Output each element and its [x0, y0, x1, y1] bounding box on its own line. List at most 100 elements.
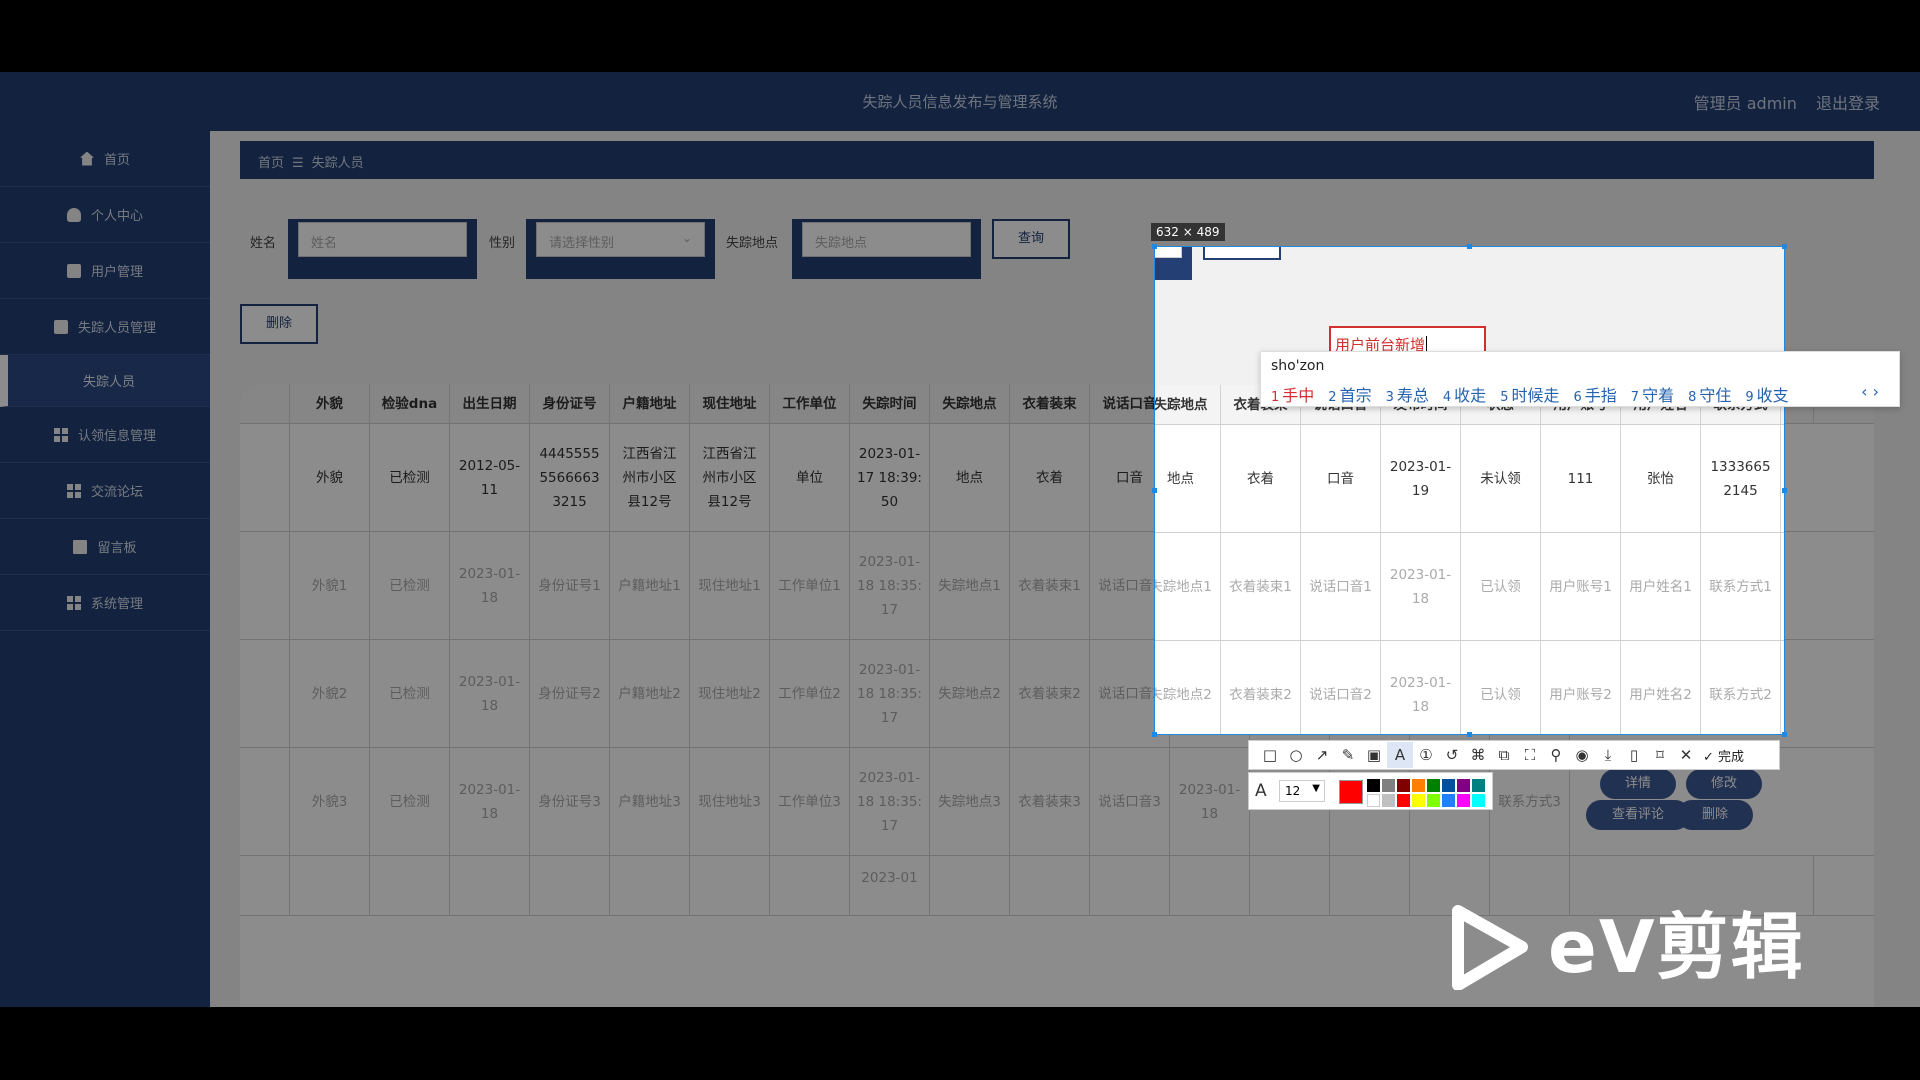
gender-select[interactable]: 请选择性别 ⌄ [536, 222, 705, 257]
ime-candidate[interactable]: 3 寿总 [1386, 386, 1429, 405]
ime-candidates: 1 手中 2 首宗 3 寿总 4 收走 5 时候走 6 手指 7 守着 8 守住 9 收支 [1271, 382, 1803, 406]
ime-candidate[interactable]: 6 手指 [1573, 386, 1616, 405]
palette-color-swatch[interactable] [1412, 794, 1425, 807]
screenshot-toolbar: □ ○ ↗ ✎ ▣ A ① ↺ ⌘ ⧉ ⛶ ⚲ ◉ ⤓ ▯ ⌑ ✕ ✓ 完成 [1248, 740, 1780, 770]
sidebar-item-claims[interactable]: 认领信息管理 [0, 407, 210, 463]
undo-icon[interactable]: ↺ [1439, 742, 1465, 768]
location-input[interactable]: 失踪地点 [802, 222, 971, 257]
long-screenshot-icon[interactable]: ⛶ [1517, 742, 1543, 768]
breadcrumb-home[interactable]: 首页 [258, 156, 284, 171]
table-cell: 2023-01 [850, 856, 930, 916]
table-cell [1010, 856, 1090, 916]
gender-placeholder: 请选择性别 [549, 236, 615, 251]
resize-handle[interactable] [1782, 244, 1787, 249]
arrow-icon[interactable]: ↗ [1309, 742, 1335, 768]
ime-candidate[interactable]: 2 首宗 [1328, 386, 1371, 405]
gender-field-wrap: 请选择性别 ⌄ [526, 219, 715, 279]
done-button[interactable]: ✓ 完成 [1703, 746, 1744, 765]
pin-icon[interactable]: ⚲ [1543, 742, 1569, 768]
resize-handle[interactable] [1152, 732, 1157, 737]
palette-color-swatch[interactable] [1442, 794, 1455, 807]
row-select-cell[interactable] [240, 532, 290, 640]
bookmark-icon[interactable]: ⌑ [1647, 742, 1673, 768]
logout-link[interactable]: 退出登录 [1816, 94, 1880, 113]
resize-handle[interactable] [1467, 732, 1472, 737]
row-select-cell[interactable] [240, 424, 290, 532]
table-cell: 工作单位3 [770, 748, 850, 856]
palette-color-swatch[interactable] [1397, 794, 1410, 807]
resize-handle[interactable] [1467, 244, 1472, 249]
ellipse-icon[interactable]: ○ [1283, 742, 1309, 768]
delete-button[interactable]: 删除 [240, 304, 318, 344]
table-cell-preview: 用户账号1 [1541, 533, 1621, 641]
table-cell [370, 856, 450, 916]
ime-candidate[interactable]: 8 守住 [1688, 386, 1731, 405]
row-select-cell[interactable] [240, 748, 290, 856]
close-icon[interactable]: ✕ [1673, 742, 1699, 768]
view-comments-button[interactable]: 查看评论 [1586, 800, 1690, 830]
detail-button[interactable]: 详情 [1600, 769, 1676, 799]
table-cell: 444555555666633215 [530, 424, 610, 532]
ime-candidate[interactable]: 5 时候走 [1500, 386, 1559, 405]
row-delete-button[interactable]: 删除 [1677, 800, 1753, 830]
palette-color-swatch[interactable] [1472, 779, 1485, 792]
rectangle-icon[interactable]: □ [1257, 742, 1283, 768]
sidebar-item-users[interactable]: 用户管理 [0, 243, 210, 299]
ime-page-arrows[interactable]: ‹ › [1861, 382, 1879, 401]
palette-color-swatch[interactable] [1457, 779, 1470, 792]
table-cell: 衣着装束1 [1010, 532, 1090, 640]
ime-candidate[interactable]: 7 守着 [1631, 386, 1674, 405]
palette-color-swatch[interactable] [1412, 779, 1425, 792]
edit-button[interactable]: 修改 [1686, 769, 1762, 799]
palette-color-swatch[interactable] [1382, 779, 1395, 792]
table-cell: 2023-01-18 [450, 532, 530, 640]
palette-color-swatch[interactable] [1427, 794, 1440, 807]
sidebar-item-home[interactable]: 首页 [0, 131, 210, 187]
sidebar-item-missing-management[interactable]: 失踪人员管理 [0, 299, 210, 355]
sidebar-item-forum[interactable]: 交流论坛 [0, 463, 210, 519]
palette-color-swatch[interactable] [1457, 794, 1470, 807]
text-style-toolbar: A 12 ▼ [1248, 772, 1493, 810]
palette-color-swatch[interactable] [1367, 779, 1380, 792]
resize-handle[interactable] [1152, 488, 1157, 493]
query-button-preview[interactable]: 查询 [1203, 247, 1281, 260]
ocr-icon[interactable]: ⌘ [1465, 742, 1491, 768]
table-cell: 现住地址2 [690, 640, 770, 748]
text-tool-icon[interactable]: A [1387, 742, 1413, 768]
sidebar-item-messages[interactable]: 留言板 [0, 519, 210, 575]
download-icon[interactable]: ⤓ [1595, 742, 1621, 768]
ime-candidate[interactable]: 1 手中 [1271, 386, 1314, 405]
palette-color-swatch[interactable] [1472, 794, 1485, 807]
pen-icon[interactable]: ✎ [1335, 742, 1361, 768]
play-logo-icon [1452, 905, 1528, 990]
gender-label: 性别 [489, 236, 516, 251]
palette-color-swatch[interactable] [1427, 779, 1440, 792]
record-icon[interactable]: ◉ [1569, 742, 1595, 768]
palette-color-swatch[interactable] [1382, 794, 1395, 807]
resize-handle[interactable] [1782, 488, 1787, 493]
ime-candidate[interactable]: 9 收支 [1745, 386, 1788, 405]
table-cell: 失踪地点1 [930, 532, 1010, 640]
phone-icon[interactable]: ▯ [1621, 742, 1647, 768]
row-select-cell[interactable] [240, 640, 290, 748]
ime-candidate[interactable]: 4 收走 [1443, 386, 1486, 405]
location-input-preview[interactable]: 失踪地点 [1155, 247, 1182, 258]
palette-color-swatch[interactable] [1442, 779, 1455, 792]
palette-color-swatch[interactable] [1397, 779, 1410, 792]
font-size-select[interactable]: 12 ▼ [1279, 780, 1325, 802]
table-cell: 江西省江州市小区县12号 [690, 424, 770, 532]
number-marker-icon[interactable]: ① [1413, 742, 1439, 768]
sidebar-item-missing-persons[interactable]: 失踪人员 [0, 355, 210, 407]
sidebar-item-system[interactable]: 系统管理 [0, 575, 210, 631]
screenshot-selection[interactable]: 失踪人员信息发布与管理系统 管理员 admin 退出登录 首页 个人中心 用户管… [1154, 246, 1785, 735]
ev-watermark: eV剪辑 [1450, 905, 1820, 995]
resize-handle[interactable] [1152, 244, 1157, 249]
translate-icon[interactable]: ⧉ [1491, 742, 1517, 768]
sidebar-item-profile[interactable]: 个人中心 [0, 187, 210, 243]
mosaic-icon[interactable]: ▣ [1361, 742, 1387, 768]
resize-handle[interactable] [1782, 732, 1787, 737]
current-color-swatch[interactable] [1339, 780, 1363, 804]
query-button[interactable]: 查询 [992, 219, 1070, 259]
palette-color-swatch[interactable] [1367, 794, 1380, 807]
name-input[interactable]: 姓名 [298, 222, 467, 257]
